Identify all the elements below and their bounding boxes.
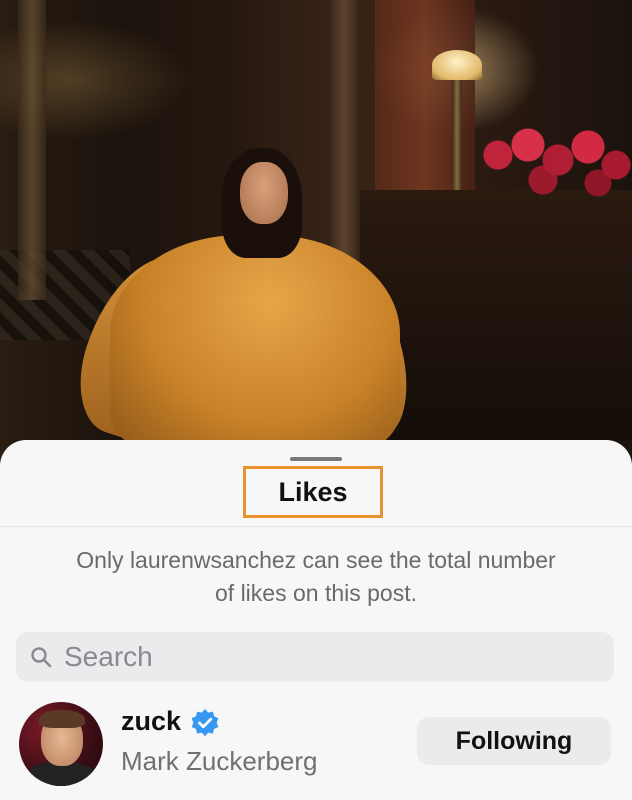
title-highlight-box: Likes xyxy=(243,466,383,518)
search-bar[interactable] xyxy=(16,632,614,682)
photo-lamp-shade xyxy=(432,50,482,80)
likes-sheet: Likes Only laurenwsanchez can see the to… xyxy=(0,440,632,800)
search-icon xyxy=(30,632,64,682)
sheet-grabber[interactable] xyxy=(290,457,342,461)
photo-lamp-stand xyxy=(452,80,462,190)
verified-badge-icon xyxy=(190,708,220,738)
sheet-title: Likes xyxy=(278,476,348,507)
divider xyxy=(0,526,632,527)
search-input[interactable] xyxy=(64,641,564,673)
list-item[interactable]: zuck Mark Zuckerberg Following xyxy=(0,698,632,788)
photo-pillar xyxy=(18,0,46,300)
photo-dress xyxy=(110,235,400,455)
following-button[interactable]: Following xyxy=(417,717,611,765)
photo-face xyxy=(240,162,288,224)
full-name: Mark Zuckerberg xyxy=(121,746,318,776)
username[interactable]: zuck xyxy=(121,706,181,737)
likes-privacy-note: Only laurenwsanchez can see the total nu… xyxy=(76,547,556,606)
avatar[interactable] xyxy=(19,702,103,786)
avatar-hair xyxy=(39,710,85,728)
post-photo xyxy=(0,0,632,470)
photo-flowers xyxy=(478,125,632,200)
